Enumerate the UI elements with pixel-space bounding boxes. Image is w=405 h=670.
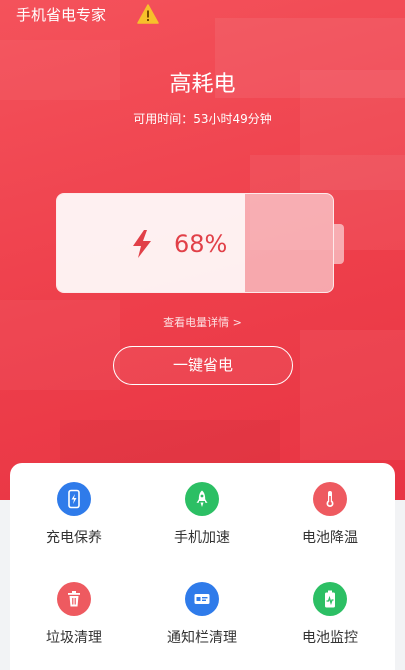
battery-monitor-icon [313,582,347,616]
tool-charging-care[interactable]: 充电保养 [10,482,138,548]
tool-label: 垃圾清理 [46,630,102,646]
tool-label: 充电保养 [46,530,102,546]
tool-battery-monitor[interactable]: 电池监控 [266,582,394,648]
power-status-title: 高耗电 [169,72,236,97]
notification-card-icon [185,582,219,616]
tool-label: 电池监控 [302,630,358,646]
battery-detail-link[interactable]: 查看电量详情 > [0,315,405,331]
available-time-label: 可用时间： [133,112,194,126]
tool-label: 通知栏清理 [167,630,237,646]
trash-icon [57,582,91,616]
one-key-save-button[interactable]: 一键省电 [113,346,293,385]
tool-notification-cleanup[interactable]: 通知栏清理 [138,582,266,648]
background-shape [300,330,405,460]
phone-charging-icon [57,482,91,516]
background-shape [0,300,120,390]
tool-battery-cooling[interactable]: 电池降温 [266,482,394,548]
tool-phone-boost[interactable]: 手机加速 [138,482,266,548]
thermometer-icon [313,482,347,516]
battery-percent: 68% [174,230,228,258]
available-time-value: 53小时49分钟 [193,112,272,126]
tools-panel: 充电保养 手机加速 电池降温 垃圾清理 通知栏清理 电池监控 [10,463,395,670]
tool-junk-cleanup[interactable]: 垃圾清理 [10,582,138,648]
available-time: 可用时间：53小时49分钟 [0,110,405,128]
warning-icon[interactable] [137,4,159,24]
app-title: 手机省电专家 [16,6,107,24]
battery-tip [334,224,344,264]
tool-label: 手机加速 [174,530,230,546]
tool-label: 电池降温 [302,530,358,546]
lightning-bolt-icon [133,230,151,258]
rocket-icon [185,482,219,516]
